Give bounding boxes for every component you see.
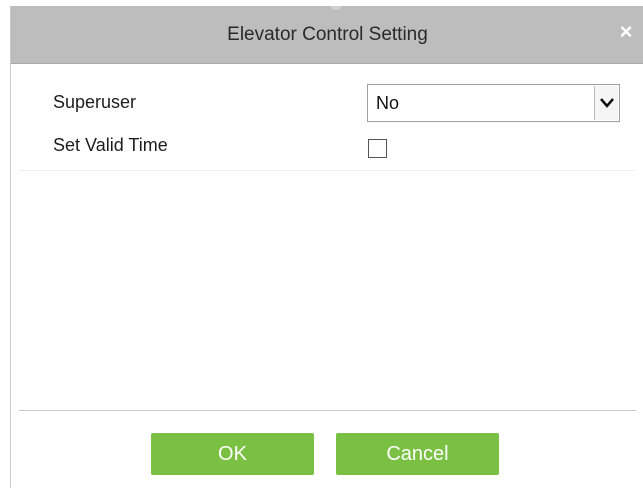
dialog-title: Elevator Control Setting: [227, 24, 428, 45]
cancel-button[interactable]: Cancel: [336, 433, 499, 475]
close-icon[interactable]: ×: [616, 21, 636, 43]
superuser-select[interactable]: No: [367, 84, 620, 122]
titlebar-notch: [331, 6, 341, 10]
set-valid-time-label: Set Valid Time: [53, 135, 168, 155]
chevron-down-icon[interactable]: [594, 86, 618, 120]
superuser-select-value: No: [376, 93, 400, 113]
dialog-titlebar: Elevator Control Setting ×: [11, 6, 643, 64]
ok-button[interactable]: OK: [151, 433, 314, 475]
superuser-label: Superuser: [53, 92, 137, 112]
set-valid-time-checkbox[interactable]: [368, 139, 387, 158]
elevator-control-dialog: Elevator Control Setting × Superuser No …: [10, 6, 643, 488]
footer-divider: [19, 410, 636, 411]
form-divider: [19, 170, 636, 171]
